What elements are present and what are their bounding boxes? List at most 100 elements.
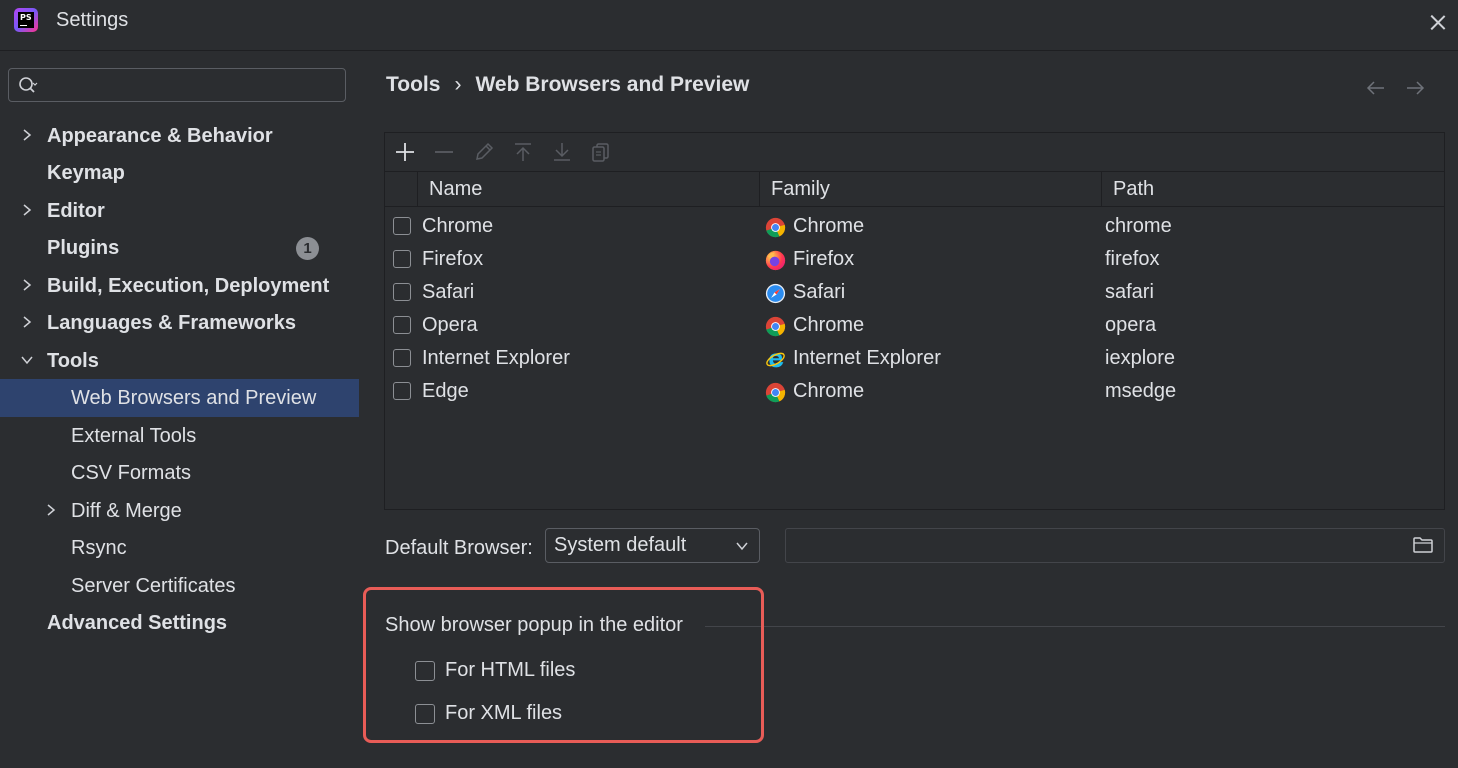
forward-arrow-icon[interactable] bbox=[1404, 77, 1426, 99]
table-row[interactable]: Internet Explorer Internet Explorer iexp… bbox=[385, 342, 1444, 375]
phpstorm-logo-icon: PS bbox=[14, 8, 38, 32]
default-browser-value: System default bbox=[554, 534, 687, 556]
back-arrow-icon[interactable] bbox=[1365, 77, 1387, 99]
table-row[interactable]: Firefox Firefox firefox bbox=[385, 243, 1444, 276]
browser-family-cell: Safari bbox=[793, 281, 846, 303]
folder-icon[interactable] bbox=[1412, 535, 1434, 555]
search-box[interactable] bbox=[8, 68, 346, 102]
sidebar-item-editor[interactable]: Editor bbox=[0, 193, 359, 229]
chevron-down-icon bbox=[736, 542, 748, 551]
default-browser-dropdown[interactable]: System default bbox=[545, 528, 760, 563]
sidebar-item-label: Editor bbox=[47, 200, 105, 222]
sidebar-item-advanced-settings[interactable]: Advanced Settings bbox=[0, 605, 359, 641]
sidebar-item-label: Appearance & Behavior bbox=[47, 125, 273, 147]
breadcrumb-parent[interactable]: Tools bbox=[386, 73, 440, 96]
settings-main-panel: Tools › Web Browsers and Preview Name Fa… bbox=[359, 51, 1458, 768]
browser-family-cell: Chrome bbox=[793, 380, 865, 402]
add-icon[interactable] bbox=[394, 141, 416, 163]
sidebar-item-label: Keymap bbox=[47, 162, 125, 184]
row-active-checkbox[interactable] bbox=[393, 283, 411, 301]
browsers-table-panel: Name Family Path Chrome Chrome chrome Fi… bbox=[384, 132, 1445, 510]
sidebar-item-rsync[interactable]: Rsync bbox=[0, 530, 359, 566]
sidebar-item-csv-formats[interactable]: CSV Formats bbox=[0, 455, 359, 491]
row-active-checkbox[interactable] bbox=[393, 316, 411, 334]
edit-pencil-icon[interactable] bbox=[473, 141, 495, 163]
browser-family-cell: Internet Explorer bbox=[793, 347, 941, 369]
browser-path-cell: opera bbox=[1105, 314, 1157, 336]
sidebar-item-label: Build, Execution, Deployment bbox=[47, 275, 330, 297]
window-title: Settings bbox=[56, 9, 129, 31]
sidebar-item-label: Rsync bbox=[71, 537, 127, 559]
sidebar-item-tools[interactable]: Tools bbox=[0, 343, 359, 379]
sidebar-item-label: Languages & Frameworks bbox=[47, 312, 296, 334]
move-down-icon[interactable] bbox=[551, 141, 573, 163]
breadcrumb: Tools › Web Browsers and Preview bbox=[386, 73, 749, 97]
plugins-update-badge: 1 bbox=[296, 237, 319, 260]
table-row[interactable]: Opera Chrome opera bbox=[385, 309, 1444, 342]
browser-name-cell: Internet Explorer bbox=[422, 347, 570, 369]
table-header: Name Family Path bbox=[385, 171, 1444, 207]
chevron-right-icon[interactable] bbox=[20, 128, 34, 142]
chevron-right-icon[interactable] bbox=[20, 203, 34, 217]
highlight-annotation-box bbox=[363, 587, 764, 743]
close-icon[interactable] bbox=[1424, 8, 1452, 36]
sidebar-item-label: Plugins bbox=[47, 237, 120, 259]
browser-name-cell: Chrome bbox=[422, 215, 494, 237]
sidebar-item-label: Diff & Merge bbox=[71, 500, 182, 522]
browser-family-cell: Firefox bbox=[793, 248, 855, 270]
chevron-right-icon[interactable] bbox=[20, 315, 34, 329]
settings-sidebar: Appearance & Behavior Keymap Editor Plug… bbox=[0, 51, 359, 768]
row-active-checkbox[interactable] bbox=[393, 382, 411, 400]
breadcrumb-current: Web Browsers and Preview bbox=[475, 73, 750, 96]
sidebar-item-label: CSV Formats bbox=[71, 462, 192, 484]
sidebar-item-label: Web Browsers and Preview bbox=[71, 387, 317, 409]
browser-path-cell: safari bbox=[1105, 281, 1154, 303]
browser-path-field[interactable] bbox=[785, 528, 1445, 563]
chrome-icon bbox=[765, 316, 786, 337]
row-active-checkbox[interactable] bbox=[393, 217, 411, 235]
sidebar-item-web-browsers-and-preview[interactable]: Web Browsers and Preview bbox=[0, 379, 359, 417]
group-separator bbox=[705, 626, 1445, 627]
sidebar-item-external-tools[interactable]: External Tools bbox=[0, 418, 359, 454]
row-active-checkbox[interactable] bbox=[393, 250, 411, 268]
chrome-icon bbox=[765, 382, 786, 403]
firefox-icon bbox=[765, 250, 786, 271]
browser-path-cell: chrome bbox=[1105, 215, 1172, 237]
row-active-checkbox[interactable] bbox=[393, 349, 411, 367]
copy-icon[interactable] bbox=[590, 141, 612, 163]
browser-path-cell: iexplore bbox=[1105, 347, 1176, 369]
sidebar-item-build-execution-deployment[interactable]: Build, Execution, Deployment bbox=[0, 268, 359, 304]
sidebar-item-languages-frameworks[interactable]: Languages & Frameworks bbox=[0, 305, 359, 341]
column-header-family[interactable]: Family bbox=[771, 172, 830, 206]
chevron-right-icon[interactable] bbox=[20, 278, 34, 292]
browser-path-cell: firefox bbox=[1105, 248, 1160, 270]
table-row[interactable]: Chrome Chrome chrome bbox=[385, 210, 1444, 243]
breadcrumb-separator: › bbox=[454, 73, 462, 96]
sidebar-item-plugins[interactable]: Plugins 1 bbox=[0, 230, 359, 266]
chrome-icon bbox=[765, 217, 786, 238]
table-row[interactable]: Safari Safari safari bbox=[385, 276, 1444, 309]
sidebar-item-diff-merge[interactable]: Diff & Merge bbox=[0, 493, 359, 529]
browser-name-cell: Firefox bbox=[422, 248, 484, 270]
sidebar-item-server-certificates[interactable]: Server Certificates bbox=[0, 568, 359, 604]
move-up-icon[interactable] bbox=[512, 141, 534, 163]
column-header-path[interactable]: Path bbox=[1113, 172, 1154, 206]
browser-name-cell: Opera bbox=[422, 314, 478, 336]
internet-explorer-icon bbox=[766, 352, 785, 368]
browsers-toolbar bbox=[385, 133, 1444, 171]
browser-name-cell: Safari bbox=[422, 281, 475, 303]
chevron-right-icon[interactable] bbox=[44, 503, 58, 517]
column-header-name[interactable]: Name bbox=[429, 172, 482, 206]
remove-icon[interactable] bbox=[433, 141, 455, 163]
sidebar-item-appearance-behavior[interactable]: Appearance & Behavior bbox=[0, 118, 359, 154]
browser-name-cell: Edge bbox=[422, 380, 469, 402]
sidebar-item-label: Server Certificates bbox=[71, 575, 236, 597]
table-row[interactable]: Edge Chrome msedge bbox=[385, 375, 1444, 408]
search-input[interactable] bbox=[49, 73, 343, 99]
browser-family-cell: Chrome bbox=[793, 215, 865, 237]
title-bar: PS Settings bbox=[0, 0, 1458, 51]
chevron-down-icon[interactable] bbox=[20, 353, 34, 367]
safari-icon bbox=[765, 283, 786, 304]
sidebar-item-label: External Tools bbox=[71, 425, 197, 447]
sidebar-item-keymap[interactable]: Keymap bbox=[0, 155, 359, 191]
